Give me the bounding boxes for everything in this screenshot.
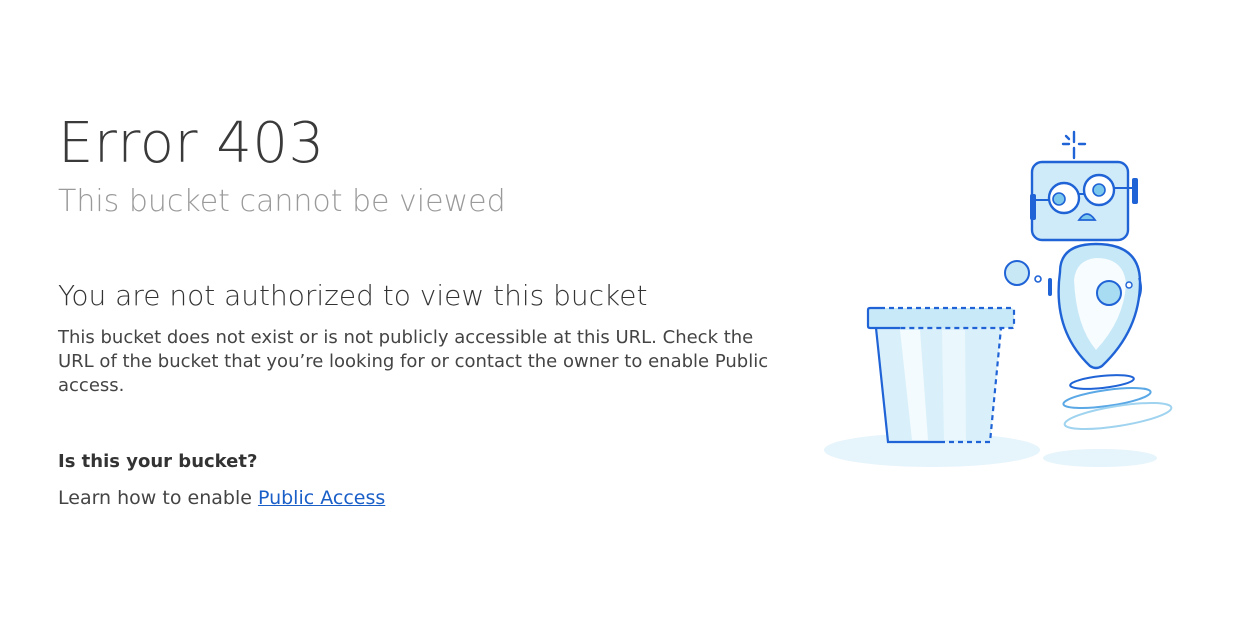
learn-prefix: Learn how to enable: [58, 487, 252, 509]
public-access-link[interactable]: Public Access: [258, 487, 385, 509]
reason-text: This bucket does not exist or is not pub…: [58, 327, 769, 396]
owner-question: Is this your bucket?: [58, 451, 258, 472]
error-content: Error 403 This bucket cannot be viewed Y…: [58, 108, 778, 510]
error-page: Error 403 This bucket cannot be viewed Y…: [0, 0, 1258, 641]
reason-heading: You are not authorized to view this buck…: [58, 279, 648, 312]
learn-line: Learn how to enable Public Access: [58, 486, 778, 510]
robot-with-empty-bucket-icon: [820, 120, 1190, 480]
error-subtitle: This bucket cannot be viewed: [58, 184, 506, 219]
error-title: Error 403: [58, 111, 325, 176]
